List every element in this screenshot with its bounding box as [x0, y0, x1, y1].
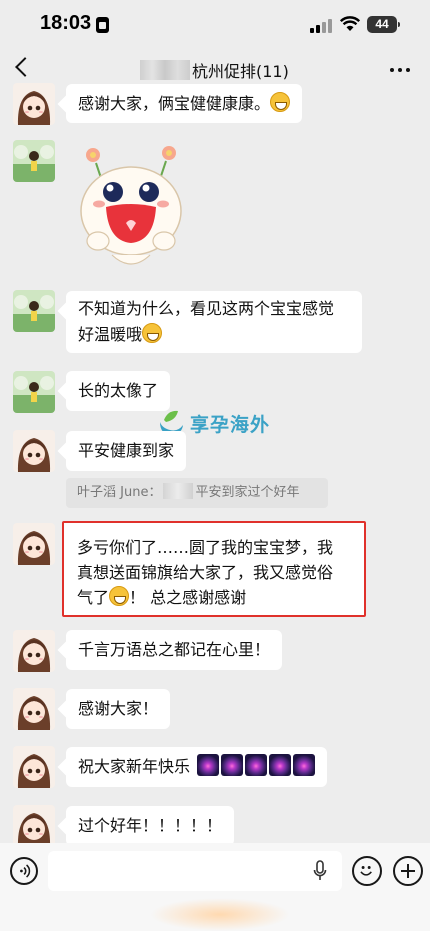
more-dots-icon[interactable]	[390, 60, 412, 78]
girl-avatar[interactable]	[13, 630, 55, 672]
emoji-icon[interactable]	[352, 856, 382, 886]
girl-avatar[interactable]	[13, 746, 55, 788]
firework-emoji-icon	[245, 754, 268, 776]
message-bubble[interactable]: 千言万语总之都记在心里！	[66, 630, 283, 670]
girl-avatar[interactable]	[13, 83, 55, 125]
chat-title-wrap: 杭州促排(11)	[140, 58, 289, 82]
id-card-icon	[96, 17, 109, 33]
girl-avatar[interactable]	[13, 805, 55, 847]
message-text: 千言万语总之都记在心里！	[78, 640, 271, 659]
girl-avatar[interactable]	[13, 430, 55, 472]
grin-emoji-icon	[142, 323, 163, 343]
firework-emoji-icon	[221, 754, 244, 776]
voice-icon[interactable]	[10, 857, 38, 885]
message-text: 平安健康到家	[78, 441, 175, 460]
message-text-line: 气了	[77, 588, 110, 607]
grin-emoji-icon	[270, 92, 291, 112]
laugh-cry-emoji-icon	[109, 586, 130, 606]
chat-title: 杭州促排(11)	[192, 62, 289, 81]
status-bar: 18:03 44	[0, 0, 430, 50]
landscape-avatar[interactable]	[13, 290, 55, 332]
message-text-block: 多亏你们了……圆了我的宝宝梦，我 真想送面锦旗给大家了，我又感觉俗 气了 ！ 总之…	[77, 535, 357, 610]
quote-author: 叶子滔 June：	[77, 485, 162, 500]
message-bubble[interactable]: 长的太像了	[66, 371, 171, 411]
background-glow	[150, 898, 290, 931]
input-bar	[0, 843, 430, 931]
message-text: 祝大家新年快乐	[78, 757, 191, 776]
message-bubble[interactable]: 感谢大家，俩宝健健康康。	[66, 84, 303, 123]
battery-indicator: 44	[367, 16, 400, 33]
highlighted-message[interactable]: 多亏你们了……圆了我的宝宝梦，我 真想送面锦旗给大家了，我又感觉俗 气了 ！ 总之…	[62, 521, 366, 617]
firework-emoji-icon	[197, 754, 220, 776]
message-text-line: ！ 总之感谢感谢	[129, 588, 247, 607]
firework-emoji-icon	[269, 754, 292, 776]
message-bubble[interactable]: 不知道为什么，看见这两个宝宝感觉 好温暖哦	[66, 291, 362, 353]
message-text: 感谢大家，俩宝健健康康。	[78, 94, 271, 113]
landscape-avatar[interactable]	[13, 371, 55, 413]
message-text: 感谢大家！	[78, 699, 159, 718]
watermark-text: 享孕海外	[190, 413, 271, 436]
message-input[interactable]	[48, 851, 342, 891]
firework-emoji-icon	[293, 754, 316, 776]
girl-avatar[interactable]	[13, 523, 55, 565]
girl-avatar[interactable]	[13, 688, 55, 730]
message-bubble[interactable]: 感谢大家！	[66, 689, 171, 729]
message-text-line: 不知道为什么，看见这两个宝宝感觉	[78, 299, 335, 318]
message-text-line: 好温暖哦	[78, 325, 143, 344]
landscape-avatar[interactable]	[13, 140, 55, 182]
message-text-line: 真想送面锦旗给大家了，我又感觉俗	[77, 563, 334, 582]
message-text: 过个好年！！！！！	[78, 816, 223, 835]
blurred-content	[163, 483, 194, 499]
blurred-name	[140, 60, 190, 80]
status-time: 18:03	[40, 12, 92, 34]
message-text: 长的太像了	[78, 381, 159, 400]
signal-icon	[310, 19, 332, 33]
quoted-message[interactable]: 叶子滔 June： 平安到家过个好年	[66, 478, 328, 508]
message-text-line: 多亏你们了……圆了我的宝宝梦，我	[77, 538, 334, 557]
message-bubble[interactable]: 过个好年！！！！！	[66, 806, 235, 846]
microphone-icon[interactable]	[313, 860, 327, 882]
quote-text: 平安到家过个好年	[195, 485, 300, 500]
message-bubble[interactable]: 平安健康到家	[66, 431, 187, 471]
wifi-icon	[340, 16, 360, 31]
cartoon-face-sticker[interactable]	[76, 143, 186, 273]
chevron-left-icon[interactable]	[15, 57, 35, 77]
message-bubble[interactable]: 祝大家新年快乐	[66, 747, 328, 787]
plus-icon[interactable]	[393, 856, 423, 886]
